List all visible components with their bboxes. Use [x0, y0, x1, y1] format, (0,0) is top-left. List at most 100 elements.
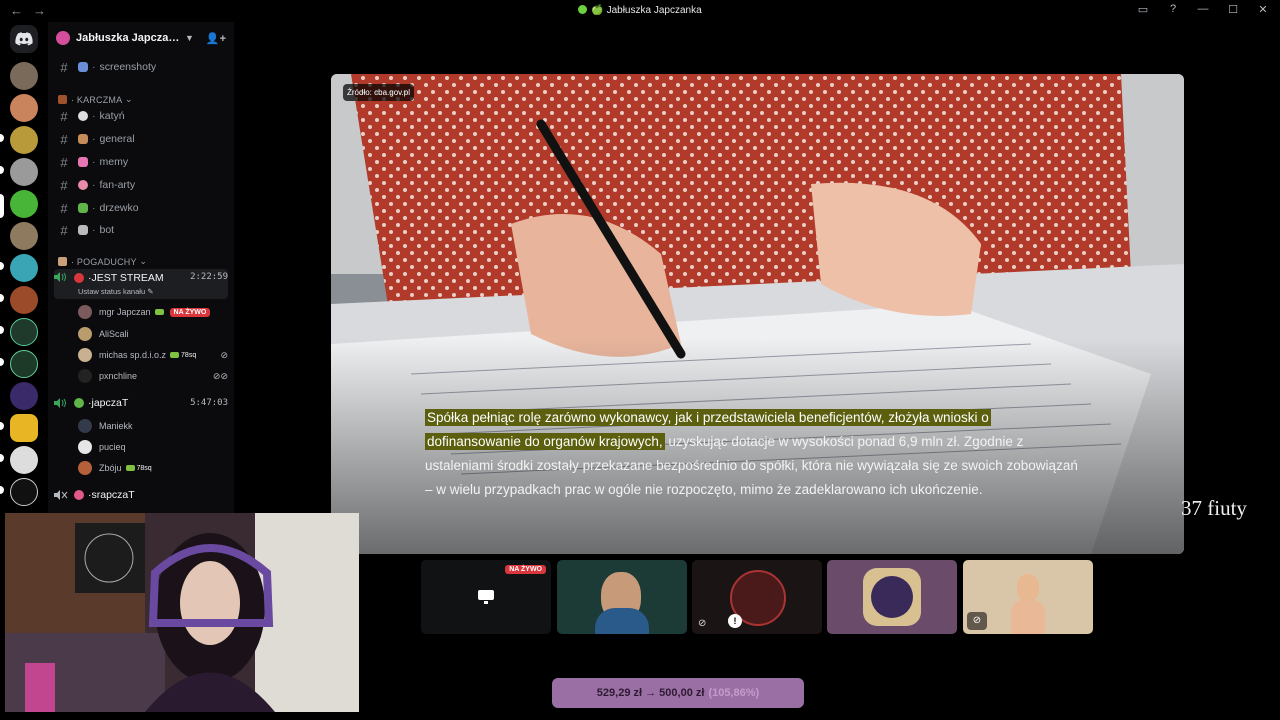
discord-home-button[interactable]: [10, 25, 38, 53]
guild-header[interactable]: Jabłuszka Japcza… ▼ 👤+: [48, 22, 234, 54]
robot-emoji-icon: [78, 225, 88, 235]
window-controls: ▭ ? — ☐ ✕: [1136, 3, 1270, 16]
participant-tile-camera[interactable]: [557, 560, 687, 634]
avatar: [78, 461, 92, 475]
server-icon[interactable]: [10, 286, 38, 314]
hash-icon: #: [60, 59, 68, 75]
voice-channel[interactable]: · srapczaT: [54, 485, 228, 505]
channel-name: screenshoty: [99, 61, 157, 73]
voice-member[interactable]: michas sp.d.i.o.z 78sq ⊘: [78, 345, 228, 365]
category-header[interactable]: · KARCZMA ⌄: [58, 94, 133, 105]
participant-tile-avatar[interactable]: [827, 560, 957, 634]
voice-member[interactable]: Maniekk: [78, 416, 228, 436]
channel-item[interactable]: # · katyń: [48, 106, 234, 126]
unread-pip: [0, 326, 4, 334]
avatar: [78, 419, 92, 433]
window-title: 🍏 Jabłuszka Japczanka: [0, 5, 1280, 16]
category-header[interactable]: · POGADUCHY ⌄: [58, 256, 147, 267]
server-icon[interactable]: [10, 414, 38, 442]
set-status-hint[interactable]: Ustaw status kanału ✎: [78, 287, 154, 296]
minimize-icon[interactable]: —: [1196, 3, 1210, 16]
member-name: pucieq: [99, 442, 126, 452]
apple-emoji-icon: [74, 398, 84, 408]
participant-tile-avatar[interactable]: ⊘ !: [692, 560, 822, 634]
channel-name: bot: [99, 224, 115, 236]
server-icon[interactable]: [10, 158, 38, 186]
server-icon[interactable]: [10, 350, 38, 378]
avatar: [78, 348, 92, 362]
monitor-icon: [478, 590, 494, 604]
server-icon[interactable]: [10, 94, 38, 122]
channel-item[interactable]: # · fan-arty: [48, 175, 234, 195]
voice-channel-name: JEST STREAM: [91, 272, 164, 284]
hash-icon: #: [60, 108, 68, 124]
speaker-icon: [54, 398, 66, 408]
voice-member[interactable]: pucieq: [78, 437, 228, 457]
voice-timer: 2:22:59: [190, 272, 228, 282]
participant-tile-screen[interactable]: NA ŻYWO: [421, 560, 551, 634]
member-name: mgr Japczan: [99, 307, 151, 317]
mic-muted-icon: ⊘: [220, 349, 228, 360]
avatar: [78, 327, 92, 341]
channel-item[interactable]: # · memy: [48, 152, 234, 172]
unread-pip: [0, 486, 4, 494]
unread-pip: [0, 134, 4, 142]
skull-emoji-icon: [78, 111, 88, 121]
voice-channel[interactable]: · JEST STREAM 2:22:59 Ustaw status kanał…: [54, 269, 228, 299]
hash-icon: #: [60, 222, 68, 238]
server-icon[interactable]: [10, 318, 38, 346]
live-badge: NA ŻYWO: [505, 565, 546, 574]
hash-icon: #: [60, 154, 68, 170]
server-icon[interactable]: [10, 254, 38, 282]
webcam-feed: [5, 513, 359, 712]
channel-item[interactable]: # · general: [48, 129, 234, 149]
member-name: Maniekk: [99, 421, 133, 431]
voice-member[interactable]: pxnchline ⊘⊘: [78, 366, 228, 386]
inbox-icon[interactable]: ▭: [1136, 3, 1150, 16]
help-icon[interactable]: ?: [1166, 3, 1180, 16]
channel-sidebar: Jabłuszka Japcza… ▼ 👤+ # · screenshoty ·…: [48, 22, 234, 520]
participant-tile-camera[interactable]: ⊘: [963, 560, 1093, 634]
palette-emoji-icon: [78, 180, 88, 190]
server-icon[interactable]: [10, 126, 38, 154]
voice-member[interactable]: Zbóju 78sq: [78, 458, 228, 478]
channel-item[interactable]: # · screenshoty: [48, 57, 234, 77]
avatar-face: [871, 576, 913, 618]
close-icon[interactable]: ✕: [1256, 3, 1270, 16]
emoji-icon: [58, 257, 67, 266]
server-icon[interactable]: [10, 478, 38, 506]
channel-name: fan-arty: [99, 179, 136, 191]
server-icon[interactable]: [10, 382, 38, 410]
server-icon[interactable]: [10, 446, 38, 474]
server-icon-selected[interactable]: [10, 190, 38, 218]
hash-icon: #: [60, 177, 68, 193]
speaker-muted-icon: [54, 490, 68, 500]
add-member-icon[interactable]: 👤+: [206, 32, 226, 45]
voice-member[interactable]: AliScali: [78, 324, 228, 344]
emoji-icon: [74, 490, 84, 500]
hash-icon: #: [60, 200, 68, 216]
mic-muted-icon: ⊘: [967, 612, 987, 630]
guild-icon: [56, 31, 70, 45]
voice-channel[interactable]: · japczaT 5:47:03: [54, 393, 228, 413]
chevron-down-icon[interactable]: ▼: [185, 33, 194, 43]
server-icon[interactable]: [10, 222, 38, 250]
speaker-icon: [54, 272, 66, 282]
seedling-emoji-icon: [78, 203, 88, 213]
channel-item[interactable]: # · drzewko: [48, 198, 234, 218]
caption-highlight: dofinansowanie do organów krajowych,: [425, 433, 665, 450]
donation-goal-bar: 529,29 zł → 500,00 zł (105,86%): [552, 678, 804, 708]
unread-pip: [0, 166, 4, 174]
server-icon[interactable]: [10, 62, 38, 90]
voice-member[interactable]: mgr Japczan NA ŻYWO: [78, 302, 228, 322]
donation-percent: (105,86%): [708, 687, 760, 699]
screen-share-stage[interactable]: Źródło: cba.gov.pl Spółka pełniąc rolę z…: [331, 74, 1184, 554]
alert-icon: !: [728, 614, 742, 628]
channel-name: drzewko: [99, 202, 139, 214]
member-name: Zbóju: [99, 463, 122, 473]
maximize-icon[interactable]: ☐: [1226, 3, 1240, 16]
participant-shirt: [595, 608, 649, 634]
caption-highlight: Spółka pełniąc rolę zarówno wykonawcy, j…: [425, 409, 991, 426]
channel-item[interactable]: # · bot: [48, 220, 234, 240]
no-entry-emoji-icon: [74, 273, 84, 283]
